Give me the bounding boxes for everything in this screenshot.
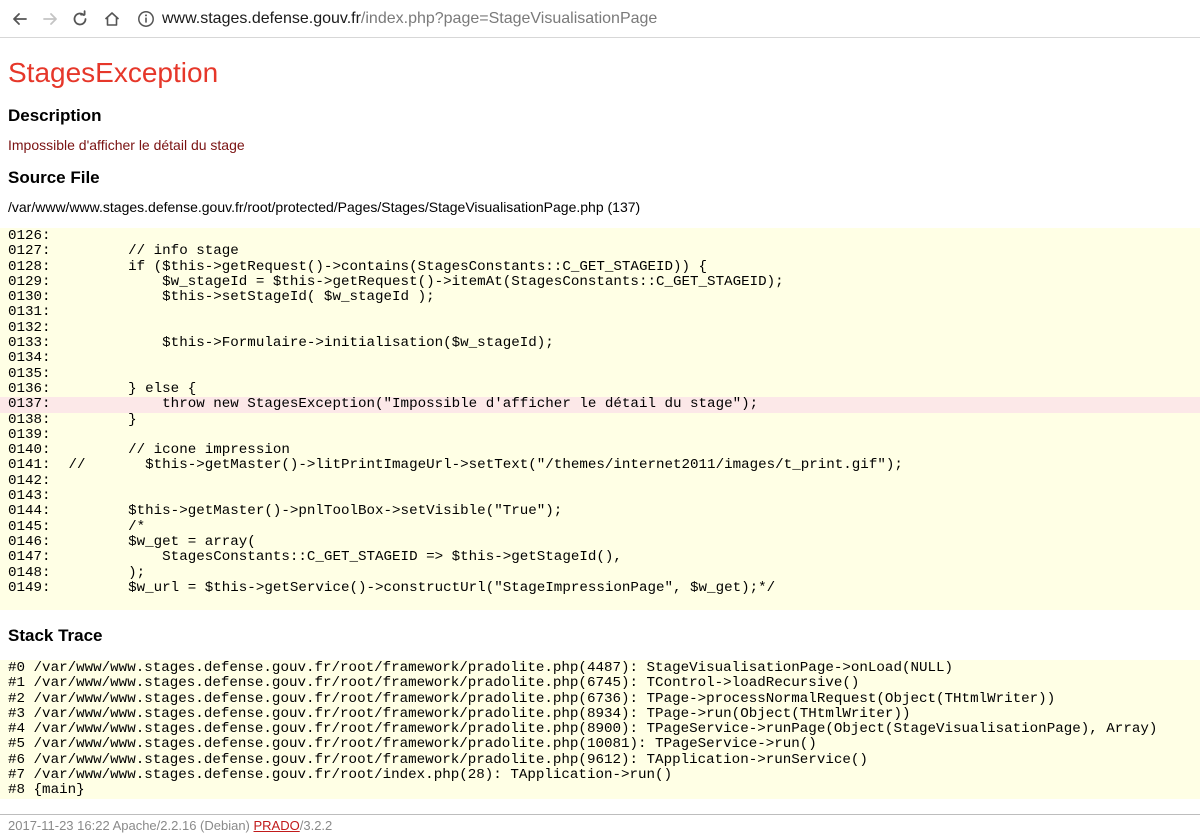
prado-link[interactable]: PRADO: [254, 818, 300, 833]
source-line: 0138: }: [0, 411, 1200, 428]
line-code: $this->getMaster()->pnlToolBox->setVisib…: [60, 503, 563, 520]
line-number: 0142:: [8, 472, 51, 489]
line-number: 0138:: [8, 411, 51, 428]
url-text[interactable]: www.stages.defense.gouv.fr/index.php?pag…: [162, 10, 657, 28]
arrow-right-icon[interactable]: [38, 7, 62, 31]
line-number: 0135:: [8, 365, 51, 382]
url-path: /index.php?page=StageVisualisationPage: [360, 10, 658, 27]
line-code: /*: [60, 518, 146, 535]
stack-frame: #3 /var/www/www.stages.defense.gouv.fr/r…: [8, 705, 911, 722]
source-line: 0144: $this->getMaster()->pnlToolBox->se…: [0, 503, 1200, 520]
line-code: $w_stageId = $this->getRequest()->itemAt…: [60, 273, 784, 290]
footer-version: /3.2.2: [299, 818, 333, 833]
line-number: 0139:: [8, 426, 51, 443]
source-line: 0147: StagesConstants::C_GET_STAGEID => …: [0, 549, 1200, 566]
description-heading: Description: [8, 106, 102, 125]
line-code: if ($this->getRequest()->contains(Stages…: [60, 258, 708, 275]
line-number: 0129:: [8, 273, 51, 290]
line-code: $this->Formulaire->initialisation($w_sta…: [60, 335, 554, 352]
source-line: 0142:: [0, 472, 1200, 489]
arrow-left-icon[interactable]: [8, 7, 32, 31]
source-line: 0140: // icone impression: [0, 442, 1200, 459]
line-number: 0147:: [8, 549, 51, 566]
line-number: 0126:: [8, 228, 51, 244]
source-line: 0143:: [0, 488, 1200, 505]
line-number: 0140:: [8, 442, 51, 459]
line-number: 0132:: [8, 319, 51, 336]
line-number: 0131:: [8, 304, 51, 321]
stack-trace-heading: Stack Trace: [8, 626, 103, 645]
home-icon[interactable]: [100, 7, 124, 31]
source-line: 0134:: [0, 350, 1200, 367]
description-text: Impossible d'afficher le détail du stage: [8, 137, 245, 153]
line-code: $w_get = array(: [60, 533, 256, 550]
line-code: // $this->getMaster()->litPrintImageUrl-…: [60, 457, 903, 474]
line-code: }: [60, 411, 137, 428]
stack-frame: #6 /var/www/www.stages.defense.gouv.fr/r…: [8, 751, 868, 768]
line-number: 0145:: [8, 518, 51, 535]
line-number: 0137:: [8, 396, 51, 413]
footer-server-info: 2017-11-23 16:22 Apache/2.2.16 (Debian): [8, 818, 254, 833]
url-host: www.stages.defense.gouv.fr: [162, 10, 361, 27]
info-icon[interactable]: [136, 9, 156, 29]
line-code: $w_url = $this->getService()->constructU…: [60, 579, 776, 596]
line-number: 0134:: [8, 350, 51, 367]
stack-frame: #2 /var/www/www.stages.defense.gouv.fr/r…: [8, 690, 1056, 707]
line-code: } else {: [60, 380, 197, 397]
line-number: 0141:: [8, 457, 51, 474]
line-number: 0149:: [8, 579, 51, 596]
source-line: 0139:: [0, 426, 1200, 443]
browser-toolbar: www.stages.defense.gouv.fr/index.php?pag…: [0, 0, 1200, 38]
source-line: 0126:: [0, 228, 1200, 244]
reload-icon[interactable]: [68, 7, 92, 31]
source-line: 0133: $this->Formulaire->initialisation(…: [0, 335, 1200, 352]
line-number: 0133:: [8, 335, 51, 352]
line-number: 0146:: [8, 533, 51, 550]
stack-frame: #4 /var/www/www.stages.defense.gouv.fr/r…: [8, 721, 1158, 738]
source-line: 0136: } else {: [0, 380, 1200, 397]
line-code: );: [60, 564, 146, 581]
source-line: 0141: // $this->getMaster()->litPrintIma…: [0, 457, 1200, 474]
source-line: 0127: // info stage: [0, 243, 1200, 260]
source-line: 0148: );: [0, 564, 1200, 581]
line-number: 0127:: [8, 243, 51, 260]
source-file-heading: Source File: [8, 168, 100, 187]
footer: 2017-11-23 16:22 Apache/2.2.16 (Debian) …: [8, 818, 332, 833]
footer-divider: [0, 814, 1200, 815]
line-code: StagesConstants::C_GET_STAGEID => $this-…: [60, 549, 622, 566]
source-line: 0149: $w_url = $this->getService()->cons…: [0, 579, 1200, 596]
source-file-path: /var/www/www.stages.defense.gouv.fr/root…: [8, 199, 641, 215]
source-line: 0131:: [0, 304, 1200, 321]
stack-trace-block: #0 /var/www/www.stages.defense.gouv.fr/r…: [0, 660, 1200, 799]
line-number: 0143:: [8, 488, 51, 505]
stack-frame: #7 /var/www/www.stages.defense.gouv.fr/r…: [8, 767, 673, 784]
line-code: // icone impression: [60, 442, 290, 459]
stack-frame: #1 /var/www/www.stages.defense.gouv.fr/r…: [8, 675, 860, 692]
source-line: 0130: $this->setStageId( $w_stageId );: [0, 289, 1200, 306]
source-line: 0132:: [0, 319, 1200, 336]
source-line: 0129: $w_stageId = $this->getRequest()->…: [0, 273, 1200, 290]
line-number: 0128:: [8, 258, 51, 275]
source-line: 0135:: [0, 365, 1200, 382]
line-code: throw new StagesException("Impossible d'…: [60, 396, 759, 413]
source-line: 0146: $w_get = array(: [0, 533, 1200, 550]
line-code: $this->setStageId( $w_stageId );: [60, 289, 435, 306]
stack-frame: #8 {main}: [8, 782, 85, 799]
exception-title: StagesException: [8, 57, 219, 88]
address-bar[interactable]: www.stages.defense.gouv.fr/index.php?pag…: [134, 4, 1200, 34]
line-code: // info stage: [60, 243, 239, 260]
line-number: 0130:: [8, 289, 51, 306]
stack-frame: #5 /var/www/www.stages.defense.gouv.fr/r…: [8, 736, 817, 753]
source-code-block: 0126: 0127: // info stage 0128: if ($this-…: [0, 228, 1200, 610]
stack-frame: #0 /var/www/www.stages.defense.gouv.fr/r…: [8, 660, 954, 676]
source-line: 0128: if ($this->getRequest()->contains(…: [0, 258, 1200, 275]
source-line: 0145: /*: [0, 518, 1200, 535]
source-error-line: 0137: throw new StagesException("Impossi…: [0, 396, 1200, 413]
line-number: 0136:: [8, 380, 51, 397]
line-number: 0144:: [8, 503, 51, 520]
line-number: 0148:: [8, 564, 51, 581]
